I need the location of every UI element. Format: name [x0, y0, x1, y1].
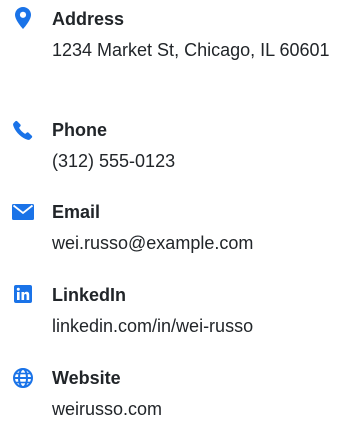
- contact-item-phone[interactable]: Phone (312) 555-0123: [0, 119, 345, 179]
- phone-value[interactable]: (312) 555-0123: [52, 147, 342, 175]
- linkedin-label: LinkedIn: [52, 285, 127, 305]
- phone-icon: [11, 118, 35, 142]
- phone-label: Phone: [52, 120, 108, 140]
- linkedin-value[interactable]: linkedin.com/in/wei-russo: [52, 312, 342, 340]
- contact-item-email[interactable]: Email wei.russo@example.com: [0, 201, 345, 261]
- contact-item-address: Address 1234 Market St, Chicago, IL 6060…: [0, 6, 345, 98]
- website-value[interactable]: weirusso.com: [52, 395, 342, 423]
- globe-icon: [11, 366, 35, 390]
- contact-item-website[interactable]: Website weirusso.com: [0, 367, 345, 427]
- linkedin-icon: [11, 282, 35, 306]
- map-pin-icon: [11, 6, 35, 30]
- email-value[interactable]: wei.russo@example.com: [52, 229, 342, 257]
- email-label: Email: [52, 202, 101, 222]
- address-label: Address: [52, 9, 125, 29]
- website-label: Website: [52, 368, 121, 388]
- contact-item-linkedin[interactable]: LinkedIn linkedin.com/in/wei-russo: [0, 284, 345, 344]
- envelope-icon: [11, 200, 35, 224]
- address-value: 1234 Market St, Chicago, IL 60601: [52, 40, 330, 60]
